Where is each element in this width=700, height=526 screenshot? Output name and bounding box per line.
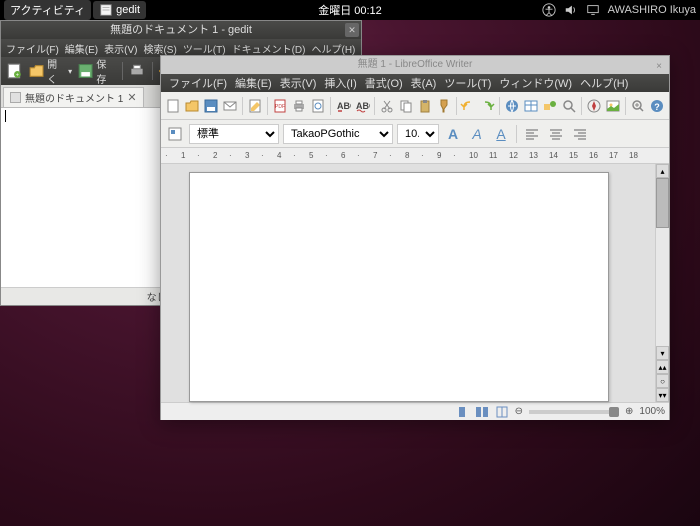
- help-icon[interactable]: ?: [649, 96, 665, 116]
- open-icon[interactable]: [184, 96, 200, 116]
- user-menu[interactable]: AWASHIRO Ikuya: [608, 4, 696, 16]
- viewlayout-book-icon[interactable]: [495, 405, 509, 419]
- export-pdf-icon[interactable]: PDF: [272, 96, 288, 116]
- svg-text:+: +: [16, 73, 19, 79]
- align-right-icon[interactable]: [570, 124, 590, 144]
- redo-icon[interactable]: [479, 96, 495, 116]
- sound-icon[interactable]: [564, 3, 578, 17]
- scroll-thumb[interactable]: [656, 178, 669, 228]
- cut-icon[interactable]: [379, 96, 395, 116]
- styles-icon[interactable]: [165, 124, 185, 144]
- viewlayout-single-icon[interactable]: [455, 405, 469, 419]
- ge-menu-item[interactable]: 編集(E): [62, 41, 101, 56]
- display-icon[interactable]: [586, 3, 600, 17]
- drawing-icon[interactable]: [542, 96, 558, 116]
- lo-menu-item[interactable]: 挿入(I): [320, 75, 360, 91]
- lo-ruler[interactable]: ·1·2·3·4·5·6·7·8·9·101112131415161718: [161, 148, 669, 164]
- svg-text:?: ?: [654, 102, 660, 112]
- svg-text:ABC: ABC: [337, 101, 351, 111]
- zoom-icon[interactable]: [630, 96, 646, 116]
- ge-menu-item[interactable]: ファイル(F): [3, 41, 62, 56]
- lo-page[interactable]: [189, 172, 609, 402]
- zoom-in-icon[interactable]: ⊕: [625, 406, 633, 417]
- zoom-out-icon[interactable]: ⊖: [515, 406, 523, 417]
- viewlayout-multi-icon[interactable]: [475, 405, 489, 419]
- lo-titlebar[interactable]: 無題 1 - LibreOffice Writer ×: [161, 56, 669, 74]
- document-icon: [10, 92, 21, 103]
- ge-menu-item[interactable]: 検索(S): [140, 41, 179, 56]
- lo-document-area[interactable]: ▴ ▾ ▴▴ ○ ▾▾: [161, 164, 669, 402]
- lo-menu-item[interactable]: 書式(O): [361, 75, 407, 91]
- libreoffice-window: 無題 1 - LibreOffice Writer × ファイル(F) 編集(E…: [160, 55, 670, 420]
- new-file-button[interactable]: +: [5, 62, 23, 80]
- scroll-up-icon[interactable]: ▴: [656, 164, 669, 178]
- gnome-topbar: アクティビティ gedit 金曜日 00:12 AWASHIRO Ikuya: [0, 0, 700, 20]
- accessibility-icon[interactable]: [542, 3, 556, 17]
- save-icon[interactable]: [203, 96, 219, 116]
- ge-tab[interactable]: 無題のドキュメント 1 ✕: [3, 87, 144, 107]
- print-icon[interactable]: [291, 96, 307, 116]
- undo-icon[interactable]: [460, 96, 476, 116]
- lo-menubar: ファイル(F) 編集(E) 表示(V) 挿入(I) 書式(O) 表(A) ツール…: [161, 74, 669, 92]
- format-paintbrush-icon[interactable]: [436, 96, 452, 116]
- nav-prev-icon[interactable]: ▴▴: [656, 360, 669, 374]
- app-menu-button[interactable]: gedit: [93, 1, 146, 19]
- ge-menu-item[interactable]: 表示(V): [101, 41, 140, 56]
- lo-menu-item[interactable]: 表示(V): [276, 75, 321, 91]
- lo-menu-item[interactable]: ヘルプ(H): [576, 75, 632, 91]
- svg-text:ABC: ABC: [356, 101, 370, 111]
- align-center-icon[interactable]: [546, 124, 566, 144]
- close-icon[interactable]: ×: [653, 58, 665, 70]
- lo-vertical-scrollbar[interactable]: ▴ ▾ ▴▴ ○ ▾▾: [655, 164, 669, 402]
- font-size-select[interactable]: 10.5: [397, 124, 439, 144]
- nav-next-icon[interactable]: ▾▾: [656, 388, 669, 402]
- ge-titlebar[interactable]: 無題のドキュメント 1 - gedit ✕: [1, 21, 361, 39]
- save-button[interactable]: 保存: [77, 56, 115, 86]
- preview-icon[interactable]: [310, 96, 326, 116]
- ge-menu-item[interactable]: ツール(T): [180, 41, 229, 56]
- lo-statusbar: ⊖ ⊕ 100%: [161, 402, 669, 420]
- auto-spellcheck-icon[interactable]: ABC: [354, 96, 370, 116]
- scroll-down-icon[interactable]: ▾: [656, 346, 669, 360]
- ge-menu-item[interactable]: ドキュメント(D): [229, 41, 309, 56]
- paragraph-style-select[interactable]: 標準: [189, 124, 279, 144]
- lo-menu-item[interactable]: ファイル(F): [165, 75, 231, 91]
- table-icon[interactable]: [523, 96, 539, 116]
- copy-icon[interactable]: [398, 96, 414, 116]
- underline-icon[interactable]: A: [491, 124, 511, 144]
- lo-toolbar-format: 標準 TakaoPGothic 10.5 A A A: [161, 120, 669, 148]
- lo-menu-item[interactable]: ウィンドウ(W): [495, 75, 576, 91]
- lo-toolbar-main: PDF ABC ABC ?: [161, 92, 669, 120]
- find-icon[interactable]: [561, 96, 577, 116]
- gedit-icon: [99, 3, 113, 17]
- lo-menu-item[interactable]: 表(A): [407, 75, 441, 91]
- zoom-slider[interactable]: [529, 410, 619, 414]
- new-doc-icon[interactable]: [165, 96, 181, 116]
- print-button[interactable]: [128, 62, 146, 80]
- paste-icon[interactable]: [417, 96, 433, 116]
- clock[interactable]: 金曜日 00:12: [318, 2, 382, 18]
- navigator-icon[interactable]: [586, 96, 602, 116]
- bold-icon[interactable]: A: [443, 124, 463, 144]
- font-name-select[interactable]: TakaoPGothic: [283, 124, 393, 144]
- close-icon[interactable]: ✕: [345, 23, 359, 37]
- tab-close-icon[interactable]: ✕: [127, 91, 136, 104]
- email-icon[interactable]: [222, 96, 238, 116]
- activities-button[interactable]: アクティビティ: [4, 0, 91, 20]
- edit-doc-icon[interactable]: [247, 96, 263, 116]
- zoom-value[interactable]: 100%: [639, 406, 665, 417]
- hyperlink-icon[interactable]: [504, 96, 520, 116]
- lo-menu-item[interactable]: 編集(E): [231, 75, 276, 91]
- align-left-icon[interactable]: [522, 124, 542, 144]
- ge-menu-item[interactable]: ヘルプ(H): [308, 41, 358, 56]
- spellcheck-icon[interactable]: ABC: [335, 96, 351, 116]
- italic-icon[interactable]: A: [467, 124, 487, 144]
- gallery-icon[interactable]: [605, 96, 621, 116]
- lo-menu-item[interactable]: ツール(T): [440, 75, 495, 91]
- nav-select-icon[interactable]: ○: [656, 374, 669, 388]
- svg-text:PDF: PDF: [275, 104, 285, 110]
- open-button[interactable]: 開く ▾: [28, 56, 72, 86]
